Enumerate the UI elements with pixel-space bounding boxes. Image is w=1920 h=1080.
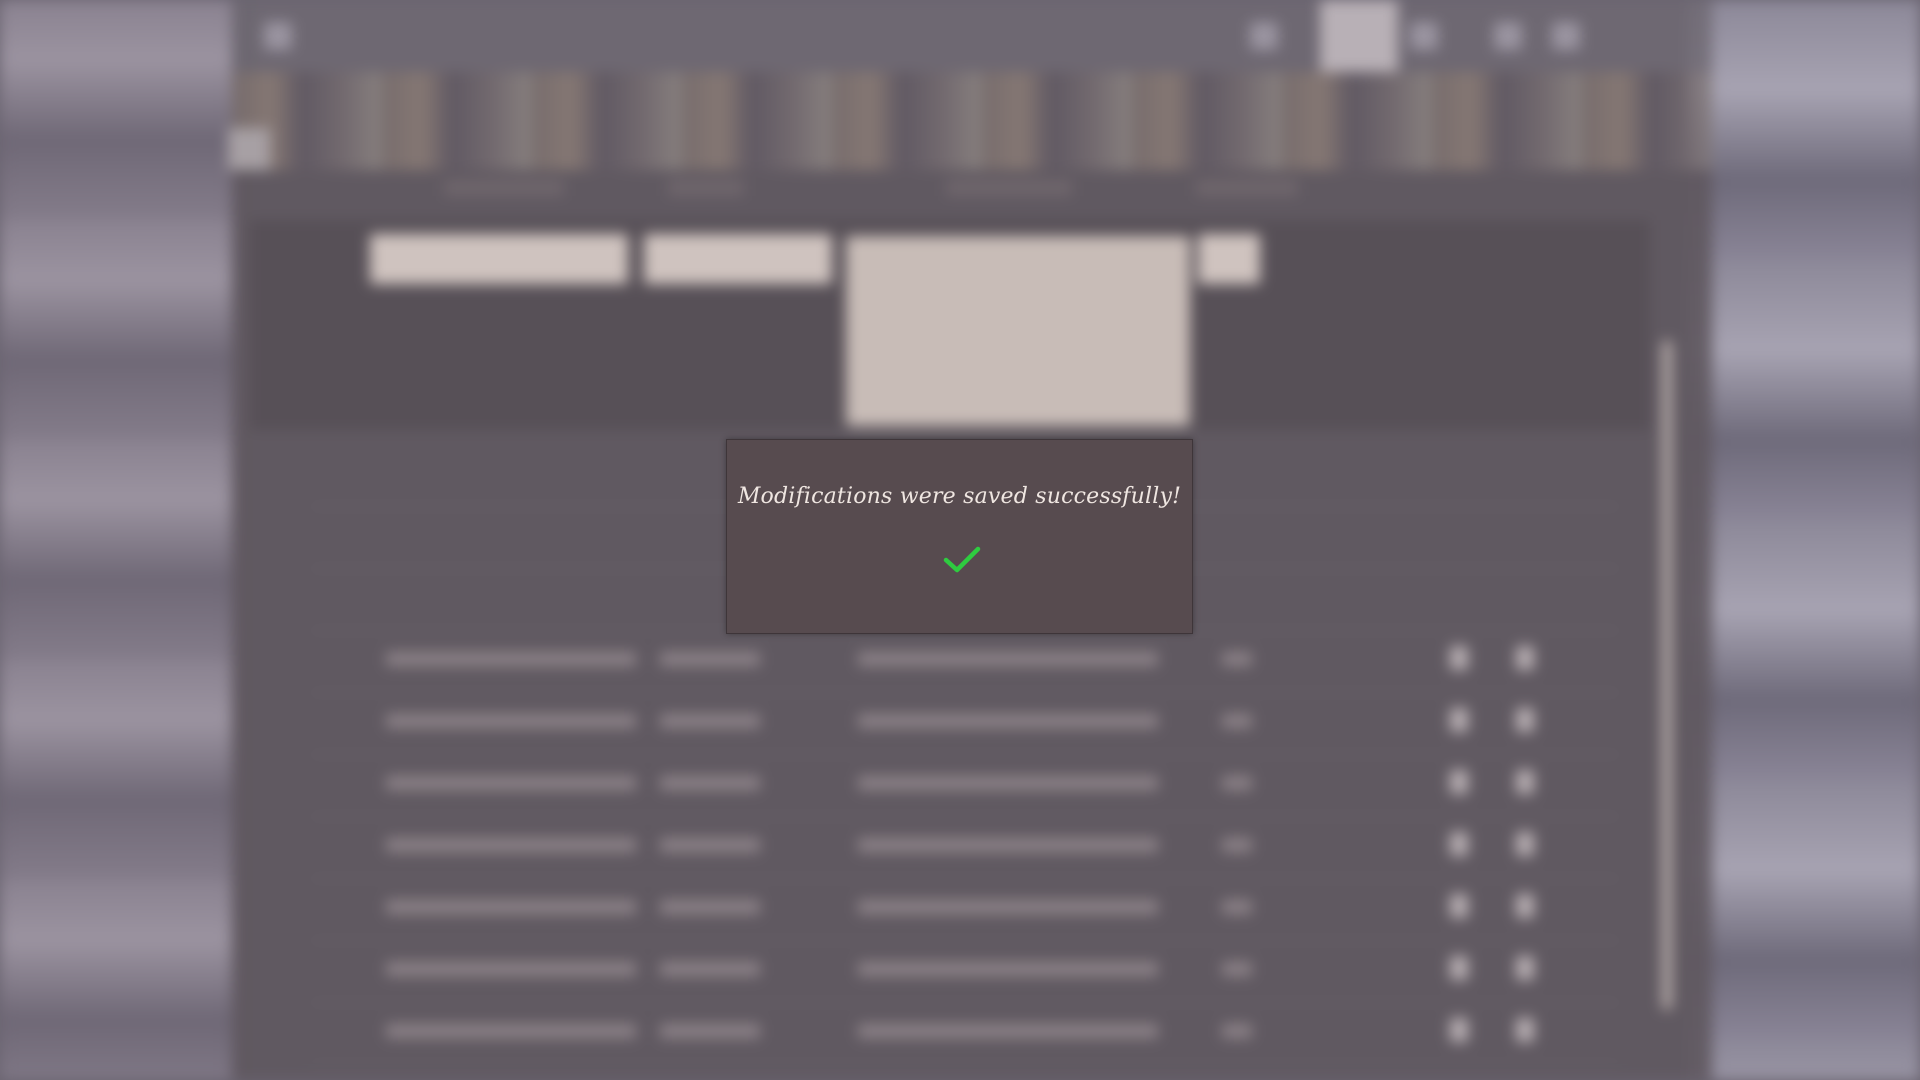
table-row (310, 1004, 1620, 1065)
bookshelf-left (0, 0, 232, 1080)
search-icon (1250, 22, 1278, 50)
top-navigation-bar (232, 0, 1712, 72)
table-row (310, 942, 1620, 1003)
check-icon (943, 546, 981, 573)
column-header (444, 180, 564, 196)
bookshelf-right (1688, 0, 1920, 1080)
active-nav-tab (1320, 0, 1398, 72)
menu-icon (264, 22, 292, 50)
success-message: Modifications were saved successfully! (737, 484, 1182, 509)
table-row (310, 818, 1620, 879)
table-scrollbar (1662, 340, 1672, 1010)
user-icon (1552, 22, 1580, 50)
table-row (310, 880, 1620, 941)
column-header (668, 180, 744, 196)
author-input (644, 234, 832, 284)
table-row (310, 632, 1620, 693)
description-textarea (846, 236, 1190, 426)
column-header (1196, 180, 1298, 196)
list-icon (1410, 22, 1438, 50)
title-input (370, 234, 628, 284)
genre-input (1198, 234, 1260, 284)
success-dialog: Modifications were saved successfully! (726, 439, 1193, 634)
table-row (310, 756, 1620, 817)
column-header (946, 180, 1072, 196)
table-row (310, 694, 1620, 755)
bookshelf-top-strip (232, 72, 1712, 172)
back-button (228, 128, 270, 170)
calendar-icon (1494, 22, 1522, 50)
